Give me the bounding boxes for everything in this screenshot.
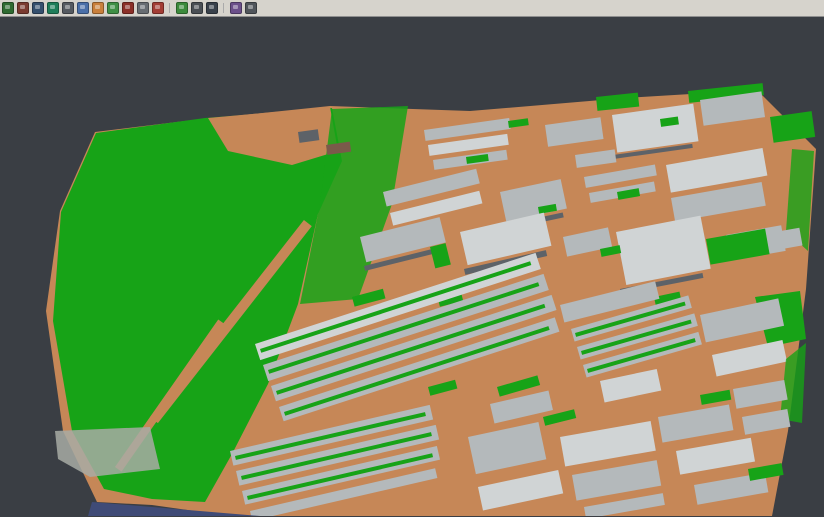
chart-icon[interactable] bbox=[230, 2, 242, 14]
texture-icon[interactable] bbox=[92, 2, 104, 14]
application-window bbox=[0, 0, 824, 517]
target-icon[interactable] bbox=[152, 2, 164, 14]
bare-lot-bottomleft bbox=[55, 427, 160, 477]
classify-icon[interactable] bbox=[107, 2, 119, 14]
settings-gear-icon[interactable] bbox=[137, 2, 149, 14]
import-cloud-icon[interactable] bbox=[17, 2, 29, 14]
toolbar-separator bbox=[167, 2, 173, 14]
open-terrain-icon[interactable] bbox=[2, 2, 14, 14]
layers-icon[interactable] bbox=[77, 2, 89, 14]
globe-icon[interactable] bbox=[206, 2, 218, 14]
toolbar-separator bbox=[221, 2, 227, 14]
record-icon[interactable] bbox=[122, 2, 134, 14]
building-tool-icon[interactable] bbox=[62, 2, 74, 14]
scene-svg[interactable] bbox=[0, 17, 824, 516]
save-icon[interactable] bbox=[32, 2, 44, 14]
grid-icon[interactable] bbox=[176, 2, 188, 14]
vegetation-icon[interactable] bbox=[47, 2, 59, 14]
main-toolbar bbox=[0, 0, 824, 17]
3d-viewport[interactable] bbox=[0, 17, 824, 516]
export-icon[interactable] bbox=[245, 2, 257, 14]
measure-icon[interactable] bbox=[191, 2, 203, 14]
